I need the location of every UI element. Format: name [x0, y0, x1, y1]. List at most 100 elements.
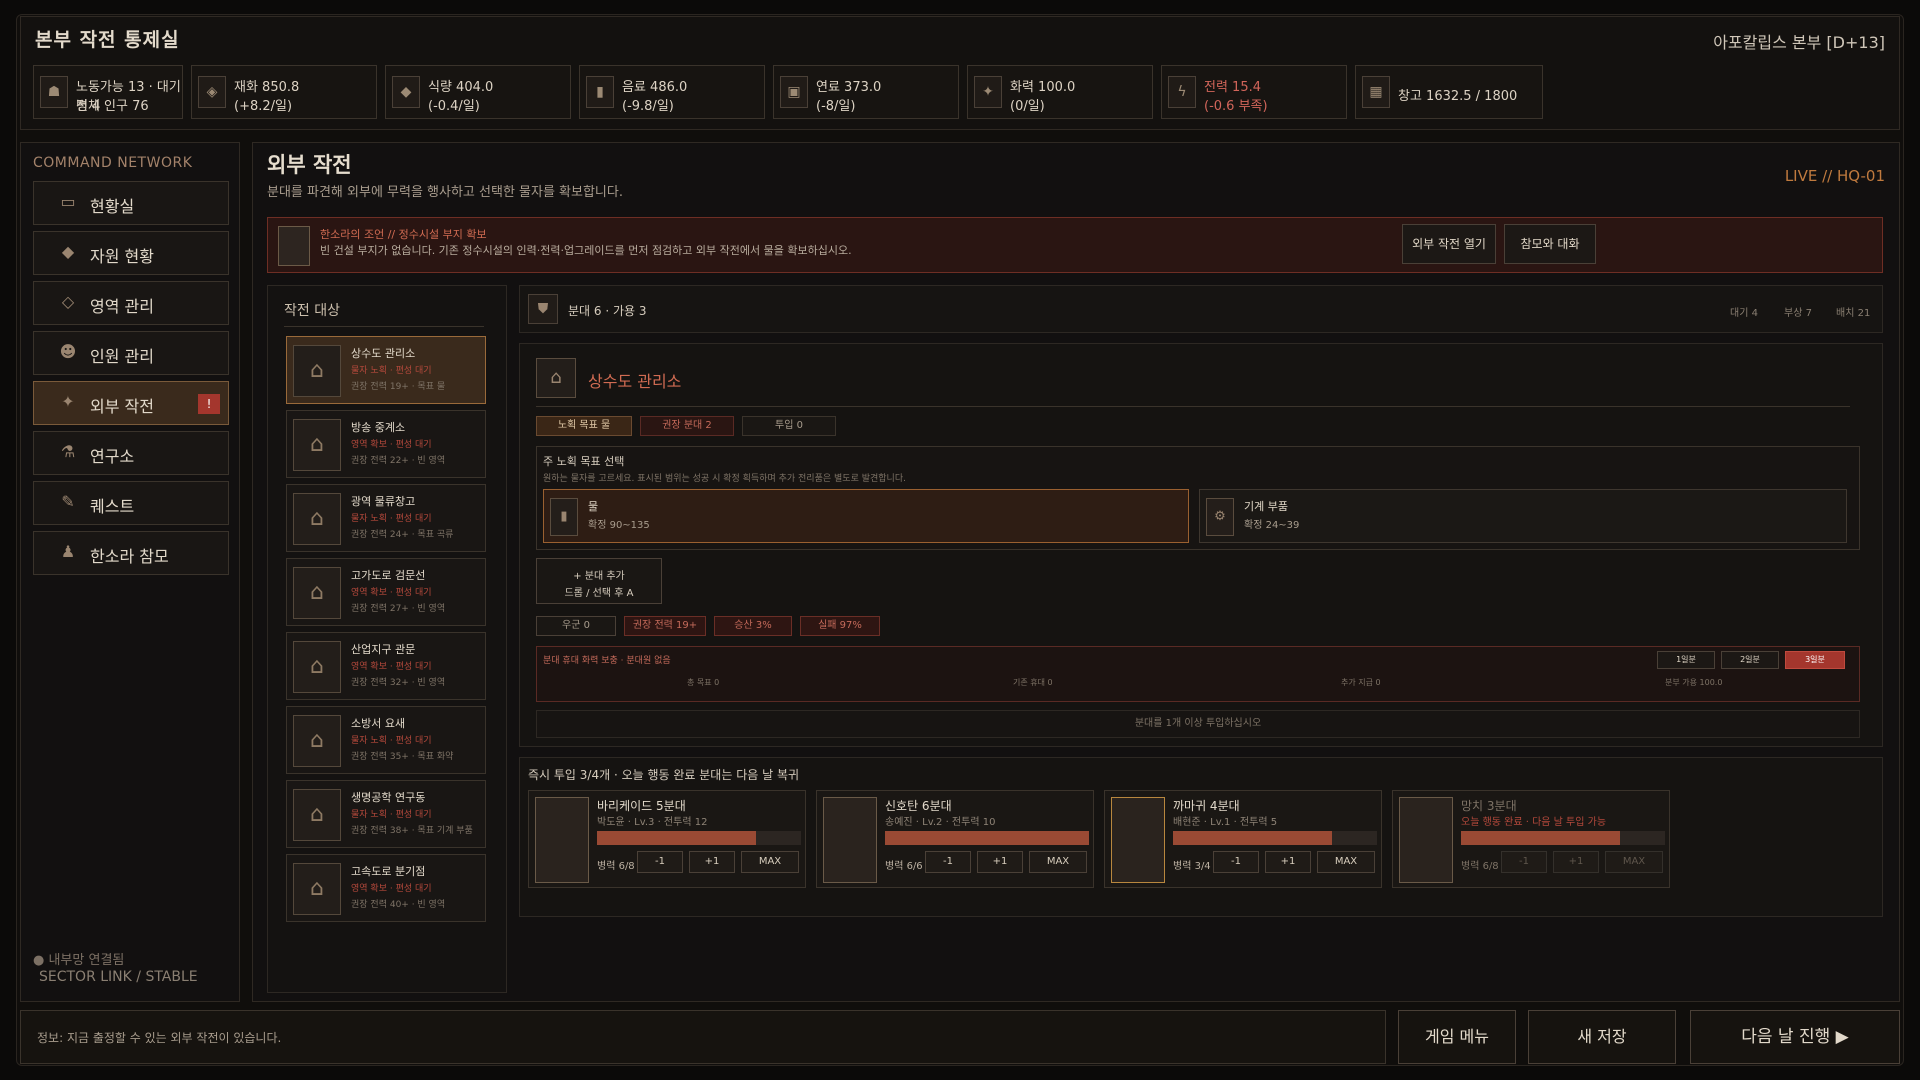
- sidebar-item-label: 연구소: [90, 447, 135, 466]
- divider: [536, 406, 1850, 407]
- target-item[interactable]: ⌂ 상수도 관리소 물자 노획 · 편성 대기 권장 전력 19+ · 목표 물: [286, 336, 486, 404]
- max-troops-button[interactable]: MAX: [1317, 851, 1375, 873]
- target-item[interactable]: ⌂ 광역 물류창고 물자 노획 · 편성 대기 권장 전력 24+ · 목표 곡…: [286, 484, 486, 552]
- add-squad-button[interactable]: + 분대 추가 드롭 / 선택 후 A: [536, 558, 662, 604]
- personnel-icon: ☻: [59, 342, 77, 361]
- ally-stat: 우군 0: [536, 616, 616, 636]
- sidebar-item-quest[interactable]: ✎ 퀘스트: [33, 481, 229, 525]
- target-status: 물자 노획 · 편성 대기: [351, 366, 432, 376]
- recommended-power-stat: 권장 전력 19+: [624, 616, 706, 636]
- target-name: 광역 물류창고: [351, 495, 416, 508]
- base-day-label: 아포칼립스 본부 [D+13]: [1713, 33, 1885, 52]
- loot-option-machine-parts[interactable]: ⚙ 기계 부품 확정 24~39: [1199, 489, 1847, 543]
- increase-troops-button[interactable]: +1: [1553, 851, 1599, 873]
- max-troops-button[interactable]: MAX: [1029, 851, 1087, 873]
- new-save-button[interactable]: 새 저장: [1528, 1010, 1676, 1064]
- alert-message: 빈 건설 부지가 없습니다. 기존 정수시설의 인력·전력·업그레이드를 먼저 …: [320, 244, 852, 257]
- supply-3day-button[interactable]: 3일분: [1785, 651, 1845, 669]
- strength-fill: [1173, 831, 1333, 845]
- sidebar-item-personnel[interactable]: ☻ 인원 관리: [33, 331, 229, 375]
- alert-title: 한소라의 조언 // 정수시설 부지 확보: [320, 228, 487, 241]
- sidebar-item-label: 영역 관리: [90, 297, 154, 316]
- sidebar-item-map[interactable]: ▭ 현황실: [33, 181, 229, 225]
- squad-name: 까마귀 4분대: [1173, 799, 1240, 813]
- operation-icon: ✦: [61, 392, 75, 411]
- goal-description: 원하는 물자를 고르세요. 표시된 범위는 성공 시 확정 획득하며 추가 전리…: [543, 474, 906, 484]
- sidebar: COMMAND NETWORK ▭ 현황실 ◆ 자원 현황 ◇ 영역 관리 ☻ 인원 …: [20, 142, 240, 1002]
- carried-firepower: 기존 휴대 0: [1013, 678, 1053, 687]
- facility-icon: ⌂: [293, 493, 341, 545]
- loot-target-chip: 노획 목표 물: [536, 416, 632, 436]
- territory-icon: ◇: [61, 292, 75, 311]
- target-item[interactable]: ⌂ 소방서 요새 물자 노획 · 편성 대기 권장 전력 35+ · 목표 화약: [286, 706, 486, 774]
- troop-count: 병력 6/8: [597, 861, 635, 872]
- facility-icon: ⌂: [293, 715, 341, 767]
- max-troops-button[interactable]: MAX: [741, 851, 799, 873]
- food-icon: ◆: [392, 76, 420, 108]
- loot-option-water[interactable]: ▮ 물 확정 90~135: [543, 489, 1189, 543]
- target-item[interactable]: ⌂ 산업지구 관문 영역 확보 · 편성 대기 권장 전력 32+ · 빈 영역: [286, 632, 486, 700]
- target-item[interactable]: ⌂ 방송 중계소 영역 확보 · 편성 대기 권장 전력 22+ · 빈 영역: [286, 410, 486, 478]
- resource-firepower: ✦ 화력 100.0 (0/일): [967, 65, 1153, 119]
- decrease-troops-button[interactable]: -1: [925, 851, 971, 873]
- squad-name: 망치 3분대: [1461, 799, 1517, 813]
- deployed-chip: 투입 0: [742, 416, 836, 436]
- max-troops-button[interactable]: MAX: [1605, 851, 1663, 873]
- target-item[interactable]: ⌂ 고속도로 분기점 영역 확보 · 편성 대기 권장 전력 40+ · 빈 영…: [286, 854, 486, 922]
- squad-name: 신호탄 6분대: [885, 799, 952, 813]
- squad-card[interactable]: 바리케이드 5분대 박도윤 · Lv.3 · 전투력 12 병력 6/8 -1 …: [528, 790, 806, 888]
- sidebar-item-label: 외부 작전: [90, 397, 154, 416]
- facility-icon: ⌂: [293, 567, 341, 619]
- sidebar-item-resource[interactable]: ◆ 자원 현황: [33, 231, 229, 275]
- resource-value: 음료 486.0: [622, 80, 688, 95]
- squad-info: 배현준 · Lv.1 · 전투력 5: [1173, 817, 1278, 828]
- page-title: 외부 작전: [267, 153, 352, 177]
- next-day-button[interactable]: 다음 날 진행 ▶: [1690, 1010, 1900, 1064]
- sidebar-item-operation[interactable]: ✦ 외부 작전!: [33, 381, 229, 425]
- talk-advisor-button[interactable]: 참모와 대화: [1504, 224, 1596, 264]
- increase-troops-button[interactable]: +1: [689, 851, 735, 873]
- troop-count: 병력 6/8: [1461, 861, 1499, 872]
- supply-2day-button[interactable]: 2일분: [1721, 651, 1779, 669]
- squad-card[interactable]: 망치 3분대 오늘 행동 완료 · 다음 날 투입 가능 병력 6/8 -1 +…: [1392, 790, 1670, 888]
- facility-icon: ⌂: [293, 345, 341, 397]
- map-icon: ▭: [60, 192, 76, 211]
- power-icon: ϟ: [1168, 76, 1196, 108]
- increase-troops-button[interactable]: +1: [977, 851, 1023, 873]
- target-name: 상수도 관리소: [351, 347, 416, 360]
- target-detail: 권장 전력 19+ · 목표 물: [351, 382, 446, 392]
- info-bar: 정보: 지금 출정할 수 있는 외부 작전이 있습니다.: [20, 1010, 1386, 1064]
- sidebar-item-research[interactable]: ⚗ 연구소: [33, 431, 229, 475]
- target-item[interactable]: ⌂ 고가도로 검문선 영역 확보 · 편성 대기 권장 전력 27+ · 빈 영…: [286, 558, 486, 626]
- squad-card[interactable]: 까마귀 4분대 배현준 · Lv.1 · 전투력 5 병력 3/4 -1 +1 …: [1104, 790, 1382, 888]
- target-item[interactable]: ⌂ 생명공학 연구동 물자 노획 · 편성 대기 권장 전력 38+ · 목표 …: [286, 780, 486, 848]
- loot-goal-selector: 주 노획 목표 선택 원하는 물자를 고르세요. 표시된 범위는 성공 시 확정…: [536, 446, 1860, 550]
- standby-count: 대기 4: [1730, 308, 1758, 319]
- squad-strength-bar: [597, 831, 801, 845]
- network-status: ● 내부망 연결됨: [33, 953, 125, 968]
- sidebar-heading: COMMAND NETWORK: [33, 155, 193, 171]
- sidebar-item-label: 현황실: [90, 197, 135, 216]
- decrease-troops-button[interactable]: -1: [637, 851, 683, 873]
- game-menu-button[interactable]: 게임 메뉴: [1398, 1010, 1516, 1064]
- sidebar-item-advisor[interactable]: ♟ 한소라 참모: [33, 531, 229, 575]
- resource-rate: (0/일): [1010, 99, 1045, 114]
- open-operation-button[interactable]: 외부 작전 열기: [1402, 224, 1496, 264]
- sidebar-item-territory[interactable]: ◇ 영역 관리: [33, 281, 229, 325]
- option-range: 확정 24~39: [1244, 520, 1300, 531]
- firepower-icon: ✦: [974, 76, 1002, 108]
- hq-available: 분부 가용 100.0: [1665, 678, 1723, 687]
- squad-info: 오늘 행동 완료 · 다음 날 투입 가능: [1461, 817, 1607, 828]
- squad-card[interactable]: 신호탄 6분대 송예진 · Lv.2 · 전투력 10 병력 6/6 -1 +1…: [816, 790, 1094, 888]
- target-name: 고속도로 분기점: [351, 865, 426, 878]
- resupply-title: 분대 휴대 화력 보충 · 분대원 없음: [543, 656, 671, 666]
- option-name: 물: [588, 500, 599, 513]
- increase-troops-button[interactable]: +1: [1265, 851, 1311, 873]
- squad-strength-bar: [1461, 831, 1665, 845]
- facility-icon: ⌂: [293, 863, 341, 915]
- decrease-troops-button[interactable]: -1: [1501, 851, 1547, 873]
- target-title: 상수도 관리소: [588, 372, 682, 391]
- supply-1day-button[interactable]: 1일분: [1657, 651, 1715, 669]
- decrease-troops-button[interactable]: -1: [1213, 851, 1259, 873]
- goal-title: 주 노획 목표 선택: [543, 455, 625, 468]
